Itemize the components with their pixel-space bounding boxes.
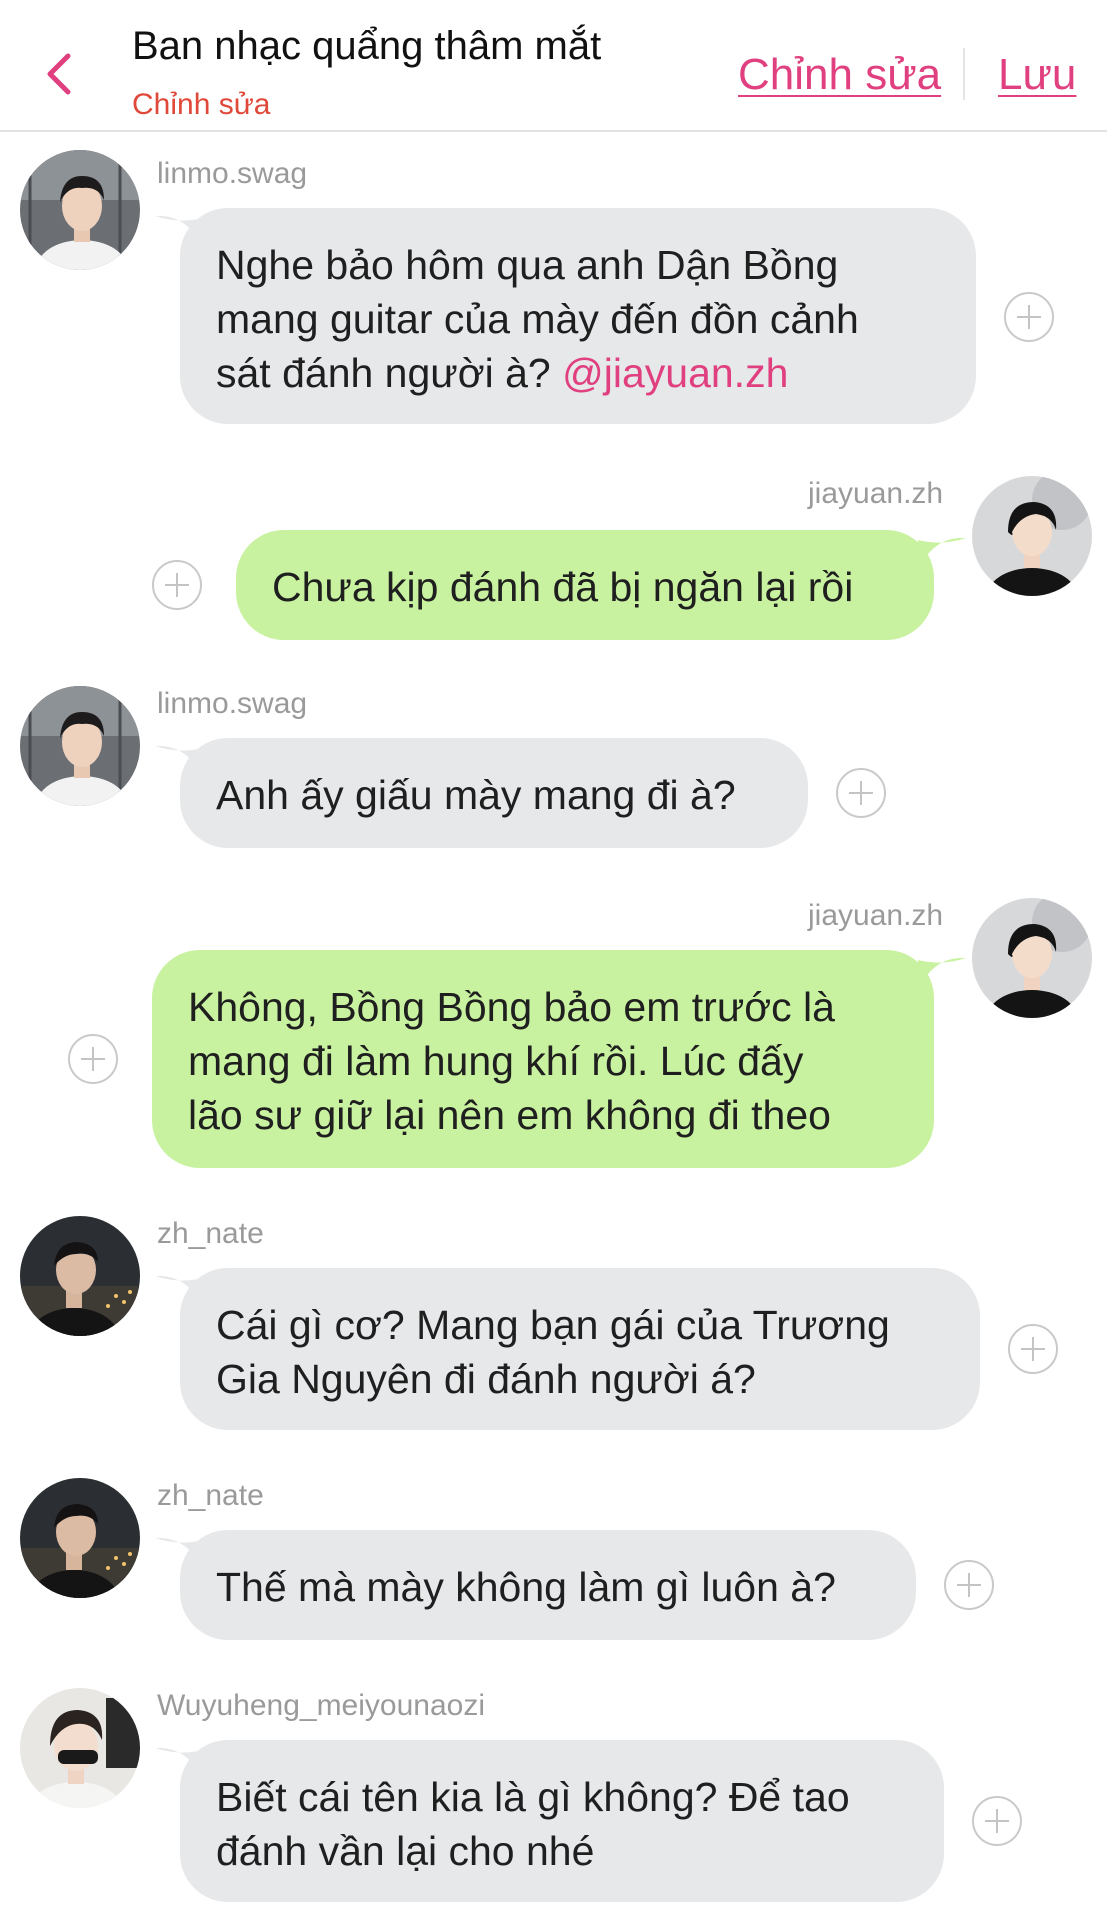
username: jiayuan.zh xyxy=(808,899,944,932)
add-reaction-icon[interactable] xyxy=(1004,292,1054,342)
username: jiayuan.zh xyxy=(808,477,944,510)
header-divider xyxy=(963,48,965,100)
message-line: mang đi làm hung khí rồi. Lúc đấy xyxy=(188,1038,804,1084)
chat-subtitle: Chỉnh sửa xyxy=(132,88,271,121)
chat-header: Ban nhạc quẩng thâm mắt Chỉnh sửa Chỉnh … xyxy=(0,0,1107,132)
back-button[interactable] xyxy=(40,50,80,98)
message-bubble[interactable]: Không, Bồng Bồng bảo em trước là mang đi… xyxy=(152,950,934,1168)
message-bubble[interactable]: Thế mà mày không làm gì luôn à? xyxy=(180,1530,916,1640)
chevron-left-icon xyxy=(47,53,71,95)
edit-button[interactable]: Chỉnh sửa xyxy=(738,50,941,100)
username: linmo.swag xyxy=(157,157,308,190)
message-line: Gia Nguyên đi đánh người á? xyxy=(216,1356,756,1402)
avatar[interactable] xyxy=(972,476,1092,596)
add-reaction-icon[interactable] xyxy=(972,1796,1022,1846)
avatar[interactable] xyxy=(972,898,1092,1018)
message-line: Cái gì cơ? Mang bạn gái của Trương xyxy=(216,1302,890,1348)
chat-title: Ban nhạc quẩng thâm mắt xyxy=(132,24,602,68)
message-bubble[interactable]: Biết cái tên kia là gì không? Để tao đán… xyxy=(180,1740,944,1902)
message-line: Anh ấy giấu mày mang đi à? xyxy=(216,772,736,818)
message-line: sát đánh người à? @jiayuan.zh xyxy=(216,346,940,400)
avatar[interactable] xyxy=(20,1216,140,1336)
avatar[interactable] xyxy=(20,1478,140,1598)
message-line: Chưa kịp đánh đã bị ngăn lại rồi xyxy=(272,564,854,610)
message-line: Nghe bảo hôm qua anh Dận Bồng xyxy=(216,242,839,288)
message-line: Không, Bồng Bồng bảo em trước là xyxy=(188,984,835,1030)
message-line: đánh vần lại cho nhé xyxy=(216,1828,595,1874)
save-button[interactable]: Lưu xyxy=(998,50,1076,100)
add-reaction-icon[interactable] xyxy=(1008,1324,1058,1374)
message-line: lão sư giữ lại nên em không đi theo xyxy=(188,1092,831,1138)
add-reaction-icon[interactable] xyxy=(68,1034,118,1084)
add-reaction-icon[interactable] xyxy=(836,768,886,818)
add-reaction-icon[interactable] xyxy=(152,560,202,610)
mention-link[interactable]: @jiayuan.zh xyxy=(562,350,788,396)
add-reaction-icon[interactable] xyxy=(944,1560,994,1610)
message-bubble[interactable]: Nghe bảo hôm qua anh Dận Bồng mang guita… xyxy=(180,208,976,424)
message-line: Thế mà mày không làm gì luôn à? xyxy=(216,1564,836,1610)
message-bubble[interactable]: Cái gì cơ? Mang bạn gái của Trương Gia N… xyxy=(180,1268,980,1430)
username: Wuyuheng_meiyounaozi xyxy=(157,1689,485,1722)
message-line: Biết cái tên kia là gì không? Để tao xyxy=(216,1774,850,1820)
message-bubble[interactable]: Anh ấy giấu mày mang đi à? xyxy=(180,738,808,848)
avatar[interactable] xyxy=(20,150,140,270)
avatar[interactable] xyxy=(20,1688,140,1808)
message-text: sát đánh người à? xyxy=(216,350,563,396)
username: linmo.swag xyxy=(157,687,308,720)
username: zh_nate xyxy=(157,1479,264,1512)
username: zh_nate xyxy=(157,1217,264,1250)
avatar[interactable] xyxy=(20,686,140,806)
message-bubble[interactable]: Chưa kịp đánh đã bị ngăn lại rồi xyxy=(236,530,934,640)
message-line: mang guitar của mày đến đồn cảnh xyxy=(216,296,859,342)
